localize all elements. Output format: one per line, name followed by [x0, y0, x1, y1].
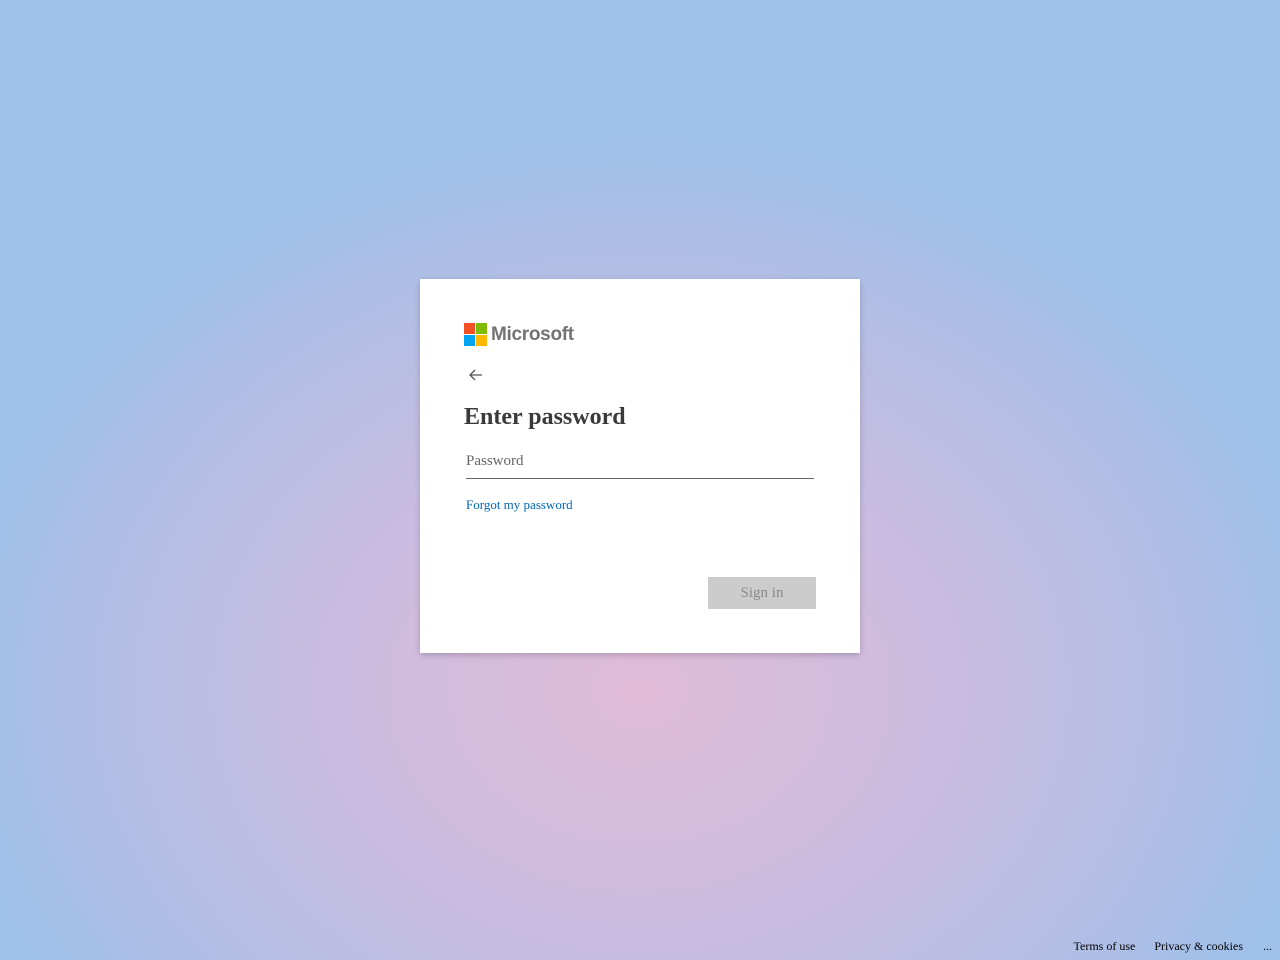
page-title: Enter password — [464, 404, 626, 430]
terms-of-use-link[interactable]: Terms of use — [1074, 939, 1136, 954]
microsoft-logo: Microsoft — [464, 323, 574, 346]
sign-in-button[interactable]: Sign in — [708, 577, 816, 609]
password-input[interactable] — [466, 445, 814, 479]
sign-in-card: Microsoft Enter password Forgot my passw… — [420, 279, 860, 653]
logo-square-yellow — [476, 335, 487, 346]
logo-square-red — [464, 323, 475, 334]
privacy-cookies-link[interactable]: Privacy & cookies — [1154, 939, 1243, 954]
footer: Terms of use Privacy & cookies ... — [1074, 939, 1272, 954]
more-options-button[interactable]: ... — [1263, 939, 1272, 954]
forgot-password-link[interactable]: Forgot my password — [466, 497, 573, 513]
back-button[interactable] — [466, 365, 486, 385]
logo-square-green — [476, 323, 487, 334]
logo-text: Microsoft — [491, 324, 574, 345]
logo-square-blue — [464, 335, 475, 346]
arrow-left-icon — [469, 369, 482, 381]
microsoft-logo-icon — [464, 323, 487, 346]
